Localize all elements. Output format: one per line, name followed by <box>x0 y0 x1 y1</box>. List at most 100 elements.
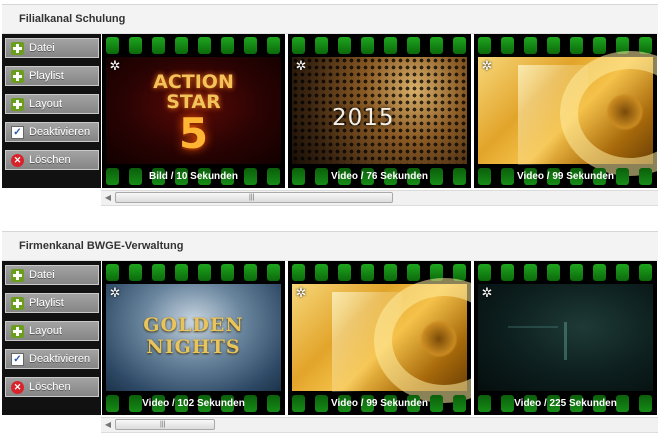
delete-button[interactable]: ✕ Löschen <box>5 150 99 170</box>
gear-icon[interactable]: ✲ <box>294 286 308 300</box>
grip-icon: ||| <box>160 421 166 428</box>
film-hole <box>106 264 119 281</box>
film-hole <box>315 264 328 281</box>
scrollbar-thumb[interactable]: ||| <box>115 192 393 203</box>
media-thumbnail: GOLDEN NIGHTS <box>106 284 281 391</box>
media-tile[interactable]: ✲ Video / 225 Sekunden <box>474 261 657 415</box>
thumbnail-center <box>420 320 458 358</box>
gear-icon[interactable]: ✲ <box>294 59 308 73</box>
add-playlist-button[interactable]: Playlist <box>5 293 99 313</box>
film-hole <box>501 37 514 54</box>
film-hole <box>616 264 629 281</box>
film-hole <box>361 37 374 54</box>
button-label: Löschen <box>29 381 71 393</box>
thumbnail-light <box>508 326 558 328</box>
film-hole <box>198 37 211 54</box>
film-hole <box>221 37 234 54</box>
add-file-button[interactable]: Datei <box>5 38 99 58</box>
button-label: Playlist <box>29 297 64 309</box>
film-hole <box>430 37 443 54</box>
thumbnail-text: 2015 <box>332 105 395 131</box>
film-hole <box>570 37 583 54</box>
film-hole <box>221 264 234 281</box>
media-tile[interactable]: 2015 ✲ Video / 76 Sekunden <box>288 34 471 188</box>
film-hole <box>129 37 142 54</box>
button-label: Deaktivieren <box>29 126 91 138</box>
plus-icon <box>11 297 24 310</box>
media-duration-label: Video / 99 Sekunden <box>330 398 429 409</box>
plus-icon <box>11 70 24 83</box>
arrow-left-icon[interactable]: ◀ <box>102 419 114 431</box>
gear-icon[interactable]: ✲ <box>480 59 494 73</box>
film-strip-top <box>102 34 285 57</box>
film-hole <box>639 264 652 281</box>
delete-button[interactable]: ✕ Löschen <box>5 377 99 397</box>
film-hole <box>593 264 606 281</box>
media-thumbnail: ACTION STAR 5 <box>106 57 281 164</box>
panel-title: Filialkanal Schulung <box>19 13 126 25</box>
horizontal-scrollbar[interactable]: ◀ ||| <box>101 190 658 206</box>
media-duration-label: Video / 102 Sekunden <box>142 398 245 409</box>
film-hole <box>593 37 606 54</box>
scrollbar-thumb[interactable]: ||| <box>115 419 215 430</box>
panel-header: Firmenkanal BWGE-Verwaltung <box>2 231 658 261</box>
media-tile[interactable]: GOLDEN NIGHTS ✲ Video / 102 Sekunden <box>102 261 285 415</box>
thumbnail-center <box>606 93 644 131</box>
film-hole <box>384 37 397 54</box>
add-layout-button[interactable]: Layout <box>5 94 99 114</box>
deactivate-button[interactable]: ✓ Deaktivieren <box>5 122 99 142</box>
film-hole <box>501 264 514 281</box>
plus-icon <box>11 42 24 55</box>
gear-icon[interactable]: ✲ <box>480 286 494 300</box>
gear-icon[interactable]: ✲ <box>108 59 122 73</box>
thumbnail-text: ACTION <box>153 71 234 93</box>
channel-controls: Datei Playlist Layout ✓ Deaktivieren ✕ L… <box>2 34 101 188</box>
film-hole <box>152 264 165 281</box>
panel-title: Firmenkanal BWGE-Verwaltung <box>19 240 184 252</box>
media-thumbnail <box>478 51 657 176</box>
film-hole <box>244 264 257 281</box>
add-playlist-button[interactable]: Playlist <box>5 66 99 86</box>
film-hole <box>129 264 142 281</box>
channel-controls: Datei Playlist Layout ✓ Deaktivieren ✕ L… <box>2 261 101 415</box>
deactivate-button[interactable]: ✓ Deaktivieren <box>5 349 99 369</box>
film-hole <box>292 264 305 281</box>
film-hole <box>361 264 374 281</box>
film-hole <box>338 37 351 54</box>
film-hole <box>175 37 188 54</box>
film-hole <box>407 37 420 54</box>
film-hole <box>244 37 257 54</box>
button-label: Playlist <box>29 70 64 82</box>
button-label: Datei <box>29 269 55 281</box>
channel-panel-bwge: Firmenkanal BWGE-Verwaltung Datei Playli… <box>0 231 660 436</box>
film-hole <box>292 37 305 54</box>
grip-icon: ||| <box>249 194 255 201</box>
film-hole <box>570 264 583 281</box>
film-hole <box>198 264 211 281</box>
checkbox-icon: ✓ <box>11 353 24 366</box>
add-layout-button[interactable]: Layout <box>5 321 99 341</box>
film-hole <box>175 264 188 281</box>
thumbnail-text: NIGHTS <box>146 336 241 358</box>
media-duration-label: Video / 76 Sekunden <box>330 171 429 182</box>
media-tile[interactable]: ACTION STAR 5 ✲ Bild / 10 Sekunden <box>102 34 285 188</box>
film-hole <box>478 264 491 281</box>
film-hole <box>267 264 280 281</box>
media-tile[interactable]: ✲ Video / 99 Sekunden <box>288 261 471 415</box>
film-hole <box>267 37 280 54</box>
plus-icon <box>11 269 24 282</box>
arrow-left-icon[interactable]: ◀ <box>102 192 114 204</box>
channel-panel-schulung: Filialkanal Schulung Datei Playlist Layo… <box>0 4 660 209</box>
add-file-button[interactable]: Datei <box>5 265 99 285</box>
horizontal-scrollbar[interactable]: ◀ ||| <box>101 417 658 433</box>
film-strip-top <box>102 261 285 284</box>
thumbnail-light <box>564 322 567 360</box>
gear-icon[interactable]: ✲ <box>108 286 122 300</box>
plus-icon <box>11 325 24 338</box>
button-label: Löschen <box>29 154 71 166</box>
button-label: Layout <box>29 325 63 337</box>
film-hole <box>547 37 560 54</box>
film-hole <box>453 37 466 54</box>
plus-icon <box>11 98 24 111</box>
media-tile[interactable]: ✲ Video / 99 Sekunden <box>474 34 657 188</box>
